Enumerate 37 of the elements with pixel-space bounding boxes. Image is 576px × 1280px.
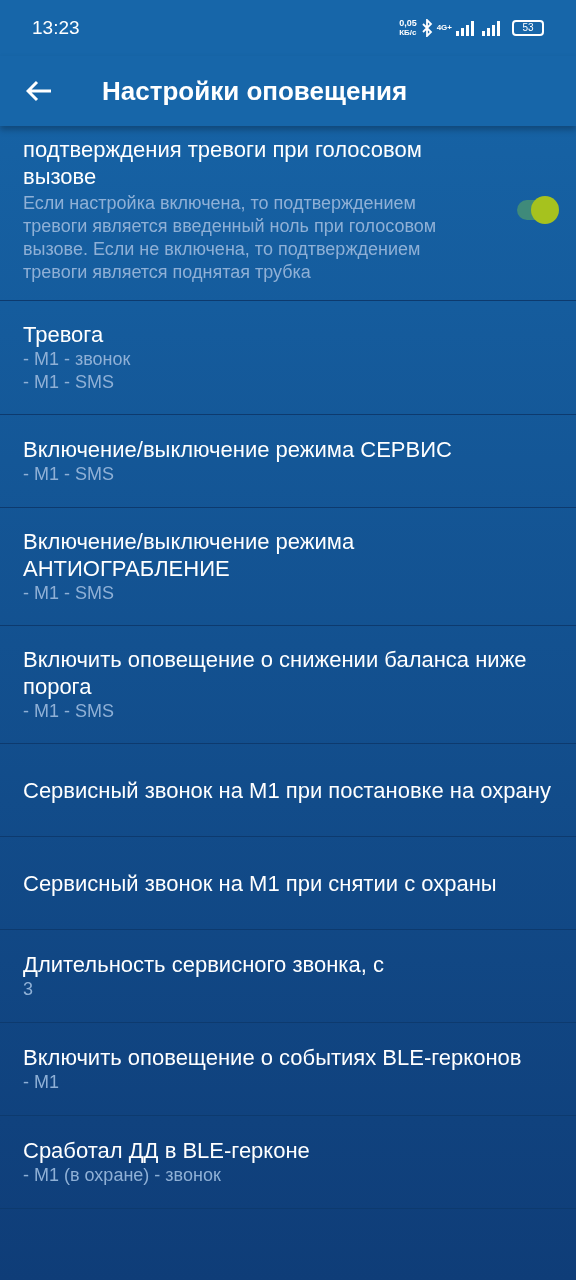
back-arrow-icon[interactable] [26,80,52,102]
screen-title: Настройки оповещения [102,74,408,108]
setting-summary: Если настройка включена, то подтверждением тревоги является введенный ноль при голосовом вызове. Если не включена, то подтверждением тревоги является поднятая трубка [23,192,438,284]
network-type: 4G+ [436,22,452,34]
setting-row[interactable]: Включение/выключение режима СЕРВИС - M1 - SMS [0,415,576,508]
setting-summary: - M1 - SMS [23,463,115,486]
battery-indicator: 53 [512,20,544,36]
setting-row[interactable]: Включение/выключение режима АНТИОГРАБЛЕНИЕ - M1 - SMS [0,508,576,626]
setting-title: Включить оповещение о событиях BLE-герконов [23,1044,523,1071]
network-speed: 0,05 [399,19,417,28]
setting-summary: - M1 - SMS [23,582,115,605]
setting-row[interactable]: Сработал ДД в BLE-герконе - M1 (в охране) - звонок [0,1116,576,1209]
setting-row[interactable]: Длительность сервисного звонка, с 3 [0,930,576,1023]
setting-summary: - M1 - SMS [23,700,115,723]
setting-row[interactable]: Тревога - M1 - звонок - M1 - SMS [0,301,576,415]
setting-title: Сработал ДД в BLE-герконе [23,1137,311,1164]
setting-summary: - M1 (в охране) - звонок [23,1164,222,1187]
setting-row[interactable]: Сервисный звонок на M1 при снятии с охраны [0,837,576,930]
setting-row[interactable]: Включить оповещение о снижении баланса ниже порога - M1 - SMS [0,626,576,744]
setting-summary: - M1 - звонок [23,348,132,371]
setting-title: Сервисный звонок на M1 при постановке на охрану [23,776,552,804]
bluetooth-icon [420,19,433,37]
setting-title: Включение/выключение режима СЕРВИС [23,436,453,463]
setting-row[interactable]: Включить оповещение о событиях BLE-герконов - M1 [0,1023,576,1116]
setting-title: Сервисный звонок на M1 при снятии с охраны [23,869,498,897]
setting-summary: - M1 - SMS [23,371,115,394]
setting-title: Тревога [23,321,105,348]
setting-title: Длительность сервисного звонка, с [23,951,385,978]
network-speed-unit: КБ/с [399,28,417,37]
setting-row[interactable]: Сервисный звонок на M1 при постановке на охрану [0,744,576,837]
setting-summary: - M1 [23,1071,60,1094]
setting-title: подтверждения тревоги при голосовом вызове [23,136,423,190]
setting-title: Включение/выключение режима АНТИОГРАБЛЕНИЕ [23,528,356,582]
setting-title: Включить оповещение о снижении баланса ниже порога [23,646,528,700]
status-time: 13:23 [32,15,80,40]
setting-summary: 3 [23,978,34,1001]
toggle-switch[interactable] [515,196,559,224]
